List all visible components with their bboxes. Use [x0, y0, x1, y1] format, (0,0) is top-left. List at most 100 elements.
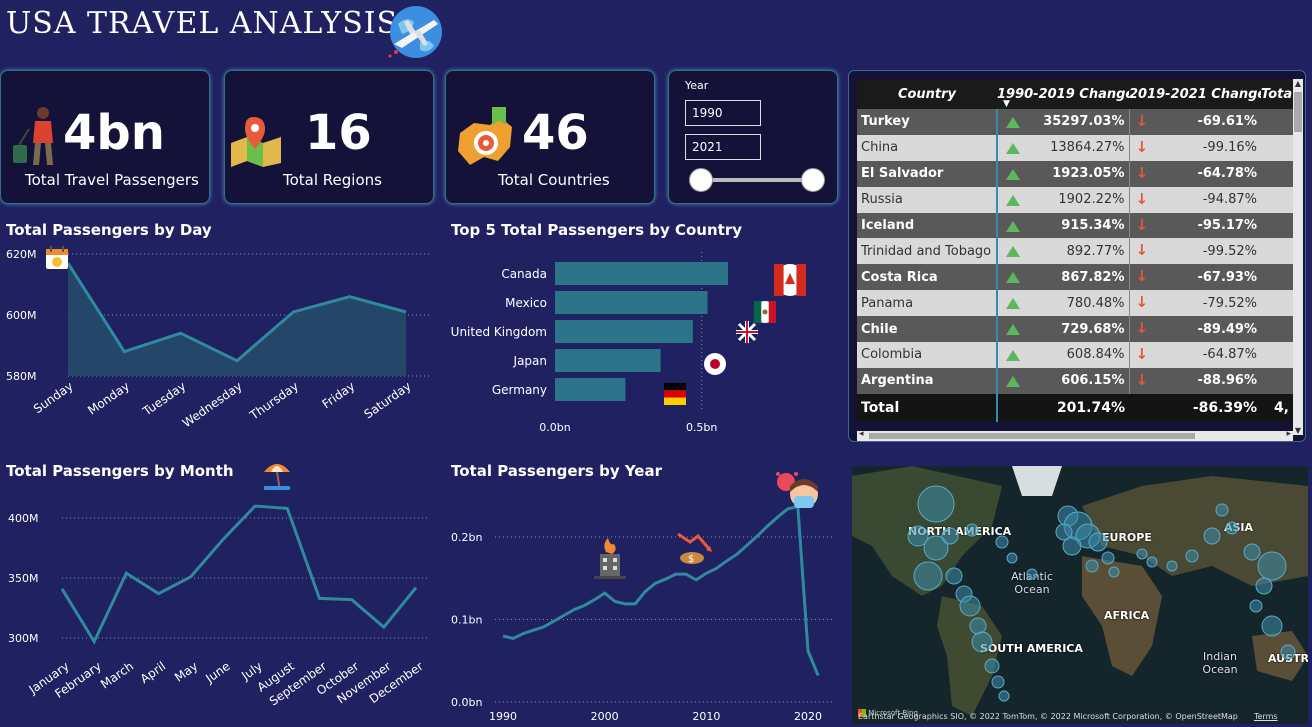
year-slider-end-handle[interactable]: [801, 168, 825, 192]
map-bubble[interactable]: [1055, 523, 1073, 541]
month-x-tick: June: [202, 659, 232, 686]
year-slider-track[interactable]: [701, 178, 813, 182]
table-row[interactable]: Colombia 608.84% ↓ -64.87%: [857, 342, 1293, 368]
table-cell-country: China: [857, 134, 998, 161]
map-bubble[interactable]: [1255, 577, 1273, 595]
table-cell-1990-2019: 892.77%: [997, 238, 1130, 265]
triangle-up-icon: [1006, 375, 1020, 387]
map-bubble[interactable]: [1225, 521, 1239, 535]
col-header-total[interactable]: Tota: [1261, 79, 1293, 109]
kpi-card-passengers: 4bn Total Travel Passengers: [0, 70, 210, 204]
map-bubble[interactable]: [1026, 568, 1038, 580]
table-cell-country: El Salvador: [857, 160, 998, 187]
scroll-left-icon[interactable]: ◂: [859, 429, 864, 439]
country-bar[interactable]: [555, 378, 626, 401]
table-row[interactable]: El Salvador 1923.05% ↓ -64.78%: [857, 160, 1293, 187]
map-bubble[interactable]: [969, 617, 987, 635]
map-bubble[interactable]: [971, 631, 993, 653]
map-bubble[interactable]: [1088, 532, 1108, 552]
table-cell-1990-2019-value: 13864.27%: [1050, 140, 1125, 156]
table-row[interactable]: Russia 1902.22% ↓ -94.87%: [857, 186, 1293, 213]
map-bubble[interactable]: [998, 690, 1010, 702]
table-cell-2019-2021: ↓ -88.96%: [1129, 367, 1261, 394]
country-y-tick: United Kingdom: [451, 325, 547, 339]
table-cell-2019-2021: ↓ -64.87%: [1129, 342, 1261, 368]
kpi-card-countries: 46 Total Countries: [445, 70, 655, 204]
table-row[interactable]: Argentina 606.15% ↓ -88.96%: [857, 367, 1293, 394]
year-x-tick: 2000: [591, 710, 619, 723]
map-bubble[interactable]: [1101, 551, 1115, 565]
kpi-countries-label: Total Countries: [498, 171, 610, 189]
scroll-up-icon[interactable]: ▲: [1293, 79, 1303, 88]
map-bubble[interactable]: [1243, 543, 1261, 561]
virus-mask-icon: [776, 472, 818, 508]
map-bubble[interactable]: [995, 535, 1009, 549]
day-x-tick: Monday: [85, 379, 132, 418]
table-vertical-scrollbar[interactable]: ▲ ▼: [1293, 79, 1303, 435]
map-bubble[interactable]: [1185, 549, 1199, 563]
table-cell-1990-2019: 1923.05%: [997, 160, 1130, 187]
table-cell-2019-2021-value: -89.49%: [1197, 321, 1257, 337]
map-bubble[interactable]: [1257, 551, 1287, 581]
map-bubble[interactable]: [984, 658, 1000, 674]
country-bar[interactable]: [555, 349, 661, 372]
map-bubble[interactable]: [1203, 527, 1221, 545]
map-bubble[interactable]: [1108, 566, 1120, 578]
map-bubble[interactable]: [945, 567, 963, 585]
country-bar[interactable]: [555, 291, 708, 314]
map-bubble[interactable]: [1261, 615, 1283, 637]
table-row[interactable]: Trinidad and Tobago 892.77% ↓ -99.52%: [857, 238, 1293, 265]
map-bubble[interactable]: [1280, 644, 1296, 660]
year-start-input[interactable]: 1990: [685, 100, 761, 126]
year-end-input[interactable]: 2021: [685, 134, 761, 160]
map-bubble[interactable]: [1136, 548, 1148, 560]
month-x-tick: March: [98, 659, 136, 691]
map-bubble[interactable]: [965, 523, 979, 537]
col-header-country[interactable]: Country: [857, 79, 997, 109]
table-scroll-thumb[interactable]: [1294, 92, 1302, 132]
day-x-tick: Thursday: [246, 379, 301, 423]
table-row[interactable]: Panama 780.48% ↓ -79.52%: [857, 290, 1293, 317]
table-row[interactable]: China 13864.27% ↓ -99.16%: [857, 134, 1293, 161]
table-cell-2019-2021-value: -64.87%: [1202, 347, 1257, 363]
beach-umbrella-icon: [264, 464, 290, 491]
country-bar[interactable]: [555, 320, 693, 343]
map-bubbles[interactable]: [852, 466, 1308, 724]
table-row[interactable]: Costa Rica 867.82% ↓ -67.93%: [857, 264, 1293, 291]
map-bubble[interactable]: [991, 675, 1005, 689]
map-bubble[interactable]: [1215, 503, 1229, 517]
col-header-2019-2021[interactable]: 2019-2021 Change: [1129, 79, 1261, 109]
table-horizontal-scrollbar[interactable]: ◂ ▸: [857, 429, 1293, 441]
country-target-icon: [458, 107, 512, 165]
table-cell-2019-2021: ↓ -89.49%: [1129, 316, 1261, 343]
table-row[interactable]: Chile 729.68% ↓ -89.49%: [857, 316, 1293, 343]
canada-flag-icon: [774, 264, 806, 296]
table-cell-1990-2019: 780.48%: [997, 290, 1130, 317]
map-bubble[interactable]: [941, 527, 959, 545]
map-bubble[interactable]: [959, 595, 981, 617]
country-bar[interactable]: [555, 262, 729, 285]
kpi-regions-value: 16: [305, 105, 372, 161]
country-y-tick: Germany: [492, 383, 547, 397]
table-row[interactable]: Turkey 35297.03% ↓ -69.61%: [857, 109, 1293, 135]
table-hscroll-thumb[interactable]: [869, 433, 1195, 439]
map-bubble[interactable]: [1006, 552, 1018, 564]
table-cell-total: [1261, 134, 1293, 161]
map-bubble[interactable]: [913, 561, 943, 591]
arrow-down-icon: ↓: [1135, 345, 1149, 364]
world-map[interactable]: NORTH AMERICA EUROPE ASIA Atlantic Ocean…: [852, 466, 1308, 724]
map-bubble[interactable]: [1085, 559, 1099, 573]
map-bubble[interactable]: [1166, 560, 1178, 572]
map-bubble[interactable]: [1146, 556, 1158, 568]
table-row[interactable]: Iceland 915.34% ↓ -95.17%: [857, 212, 1293, 239]
map-terms-link[interactable]: Terms: [1254, 712, 1278, 721]
scroll-down-icon[interactable]: ▼: [1293, 426, 1303, 435]
arrow-down-icon: ↓: [1135, 241, 1149, 260]
col-header-1990-2019[interactable]: 1990-2019 Change ▼: [997, 79, 1129, 109]
table-cell-country: Iceland: [857, 212, 998, 239]
year-slider-start-handle[interactable]: [689, 168, 713, 192]
map-bubble[interactable]: [1249, 599, 1263, 613]
map-bubble[interactable]: [917, 485, 955, 523]
scroll-right-icon[interactable]: ▸: [1286, 429, 1291, 439]
country-y-tick: Mexico: [505, 296, 547, 310]
